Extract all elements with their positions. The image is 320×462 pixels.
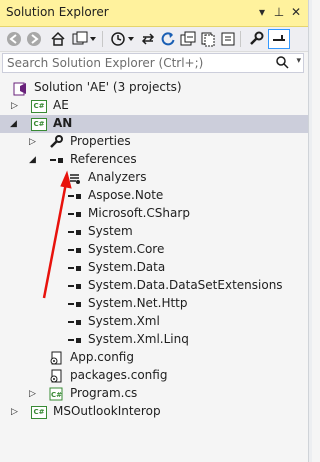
tree-item-label: Properties — [70, 134, 131, 148]
tree-item-label: App.config — [70, 350, 134, 364]
home-icon[interactable] — [48, 29, 68, 49]
toolbar-separator — [102, 31, 103, 47]
chevron-down-icon[interactable] — [88, 29, 98, 49]
chevron-expanded-icon[interactable]: ◢ — [10, 118, 20, 130]
chevron-right-icon[interactable]: ▷ — [29, 136, 39, 148]
svg-text:C#: C# — [51, 391, 62, 399]
analyzers-icon — [66, 170, 82, 186]
search-icon[interactable] — [276, 56, 289, 72]
tree-item-label: Microsoft.CSharp — [88, 206, 190, 220]
tree-item-reference[interactable]: System.Net.Http — [0, 295, 308, 313]
forward-icon[interactable] — [24, 29, 44, 49]
chevron-right-icon[interactable]: ▷ — [11, 100, 21, 112]
view-code-icon[interactable] — [218, 29, 238, 49]
tree-item-label: System — [88, 224, 133, 238]
chevron-right-icon[interactable]: ▷ — [11, 406, 21, 418]
solution-explorer-panel: Solution Explorer ▾ ⊥ ✕ Search Solution … — [0, 0, 309, 462]
assembly-reference-icon — [66, 332, 82, 348]
tree-item-reference[interactable]: Analyzers — [0, 169, 308, 187]
title-bar: Solution Explorer ▾ ⊥ ✕ — [0, 0, 308, 27]
references-icon — [48, 152, 64, 168]
chevron-right-icon[interactable]: ▷ — [29, 388, 39, 400]
tree-item-label: Program.cs — [70, 386, 138, 400]
show-all-files-icon[interactable] — [198, 29, 218, 49]
chevron-expanded-icon[interactable]: ◢ — [29, 154, 39, 166]
tree-item-properties[interactable]: ▷ Properties — [0, 133, 308, 151]
assembly-reference-icon — [66, 296, 82, 312]
properties-icon[interactable] — [246, 29, 266, 49]
search-placeholder: Search Solution Explorer (Ctrl+;) — [7, 56, 204, 70]
pin-icon[interactable]: ⊥ — [271, 3, 287, 21]
tree-item-packages-config[interactable]: packages.config — [0, 367, 308, 385]
tree-item-label: AE — [53, 98, 69, 112]
history-icon[interactable] — [108, 29, 128, 49]
close-icon[interactable]: ✕ — [288, 3, 304, 21]
search-input[interactable]: Search Solution Explorer (Ctrl+;) ▾ — [2, 53, 304, 73]
csharp-file-icon: C# — [48, 386, 64, 402]
tree-item-reference[interactable]: System.Xml.Linq — [0, 331, 308, 349]
tree-item-reference[interactable]: Aspose.Note — [0, 187, 308, 205]
search-options-dropdown-icon[interactable]: ▾ — [296, 56, 301, 66]
tree-item-label: References — [70, 152, 137, 166]
refresh-icon[interactable] — [158, 29, 178, 49]
assembly-reference-icon — [66, 260, 82, 276]
panel-edge — [309, 0, 312, 462]
tree-item-program-cs[interactable]: ▷ C# Program.cs — [0, 385, 308, 403]
tree-item-label: AN — [53, 116, 73, 130]
csharp-project-icon: C# — [31, 98, 47, 114]
solution-switch-icon[interactable] — [70, 29, 90, 49]
assembly-reference-icon — [66, 314, 82, 330]
assembly-reference-icon — [66, 242, 82, 258]
tree-item-reference[interactable]: System.Data — [0, 259, 308, 277]
tree-item-app-config[interactable]: App.config — [0, 349, 308, 367]
tree-item-solution[interactable]: Solution 'AE' (3 projects) — [0, 79, 308, 97]
tree-item-label: System.Xml — [88, 314, 160, 328]
history-dropdown-icon[interactable] — [126, 29, 136, 49]
config-file-icon — [48, 368, 64, 384]
tree-item-label: Analyzers — [88, 170, 147, 184]
assembly-reference-icon — [66, 206, 82, 222]
tree-item-label: System.Data — [88, 260, 166, 274]
tree-item-reference[interactable]: System.Core — [0, 241, 308, 259]
sync-icon[interactable] — [138, 29, 158, 49]
back-icon[interactable] — [4, 29, 24, 49]
tree-item-references[interactable]: ◢ References — [0, 151, 308, 169]
tree-item-project-msoutlookinterop[interactable]: ▷ C# MSOutlookInterop — [0, 403, 308, 421]
assembly-reference-icon — [66, 188, 82, 204]
toolbar — [0, 27, 308, 52]
tree-item-project-an[interactable]: ◢ C# AN — [0, 115, 308, 133]
tree-item-label: System.Data.DataSetExtensions — [88, 278, 283, 292]
panel-title: Solution Explorer — [6, 5, 109, 19]
tree-item-label: Solution 'AE' (3 projects) — [34, 80, 182, 94]
csharp-project-icon: C# — [31, 116, 47, 132]
tree-item-label: System.Xml.Linq — [88, 332, 189, 346]
tree-item-label: Aspose.Note — [88, 188, 164, 202]
solution-icon — [12, 80, 28, 96]
config-file-icon — [48, 350, 64, 366]
toolbar-separator — [240, 31, 241, 47]
wrench-icon — [48, 134, 64, 150]
collapse-all-icon[interactable] — [178, 29, 198, 49]
tree-item-label: System.Core — [88, 242, 165, 256]
tree-item-reference[interactable]: System.Xml — [0, 313, 308, 331]
tree-item-label: MSOutlookInterop — [53, 404, 161, 418]
preview-icon[interactable] — [268, 29, 290, 49]
tree-item-label: packages.config — [70, 368, 168, 382]
assembly-reference-icon — [66, 278, 82, 294]
window-position-dropdown-icon[interactable]: ▾ — [254, 3, 270, 21]
tree-item-reference[interactable]: System — [0, 223, 308, 241]
tree-item-reference[interactable]: System.Data.DataSetExtensions — [0, 277, 308, 295]
csharp-project-icon: C# — [31, 404, 47, 420]
assembly-reference-icon — [66, 224, 82, 240]
tree-item-label: System.Net.Http — [88, 296, 188, 310]
tree-item-reference[interactable]: Microsoft.CSharp — [0, 205, 308, 223]
tree-item-project-ae[interactable]: ▷ C# AE — [0, 97, 308, 115]
